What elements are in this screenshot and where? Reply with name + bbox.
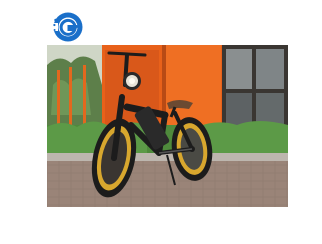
electric-bike-photo-icon <box>47 45 288 207</box>
product-photo <box>47 45 288 207</box>
brand-logo-icon <box>52 11 84 43</box>
page <box>0 0 322 244</box>
